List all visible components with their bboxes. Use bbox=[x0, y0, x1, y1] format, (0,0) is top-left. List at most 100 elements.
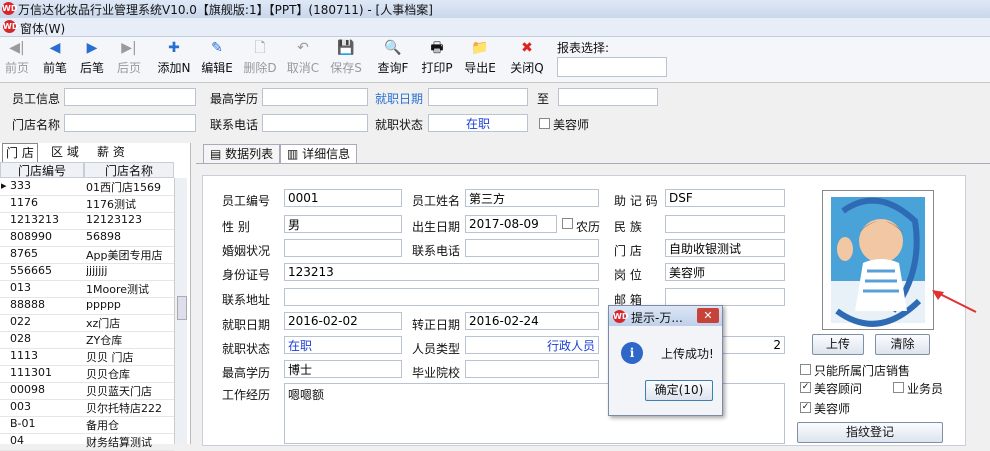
fingerprint-button[interactable]: 指纹登记 bbox=[797, 422, 943, 443]
join-date-field[interactable] bbox=[284, 312, 402, 330]
clear-button[interactable]: 清除 bbox=[875, 334, 930, 355]
school-field[interactable] bbox=[465, 360, 599, 378]
table-row[interactable]: ▸ 333 01西门店1569 bbox=[0, 178, 174, 196]
beautician-filter-checkbox[interactable] bbox=[539, 118, 550, 129]
dialog-close-icon[interactable]: ✕ bbox=[697, 308, 719, 323]
cell-store-name: 备用仓 bbox=[86, 419, 119, 432]
first-page-button[interactable]: ◀| 前页 bbox=[2, 37, 32, 81]
app-logo-icon: WD bbox=[2, 2, 18, 15]
table-row[interactable]: 808990 56898 bbox=[0, 229, 174, 247]
consultant-checkbox[interactable]: ✓ bbox=[800, 382, 811, 393]
edu-field[interactable] bbox=[284, 360, 402, 378]
phone-input[interactable] bbox=[262, 114, 368, 132]
detail-status-field[interactable] bbox=[284, 336, 402, 354]
cell-store-name: 贝贝仓库 bbox=[86, 368, 130, 381]
table-row[interactable]: 8765 App美团专用店 bbox=[0, 246, 174, 264]
lunar-checkbox[interactable] bbox=[562, 218, 573, 229]
row-indicator-icon: ▸ bbox=[1, 179, 7, 192]
extra-number-field[interactable] bbox=[720, 336, 785, 354]
detail-phone-field[interactable] bbox=[465, 239, 599, 257]
gender-field[interactable] bbox=[284, 215, 402, 233]
menu-logo-icon: WD bbox=[3, 20, 19, 33]
tab-region[interactable]: 区 域 bbox=[48, 143, 82, 161]
store-name-input[interactable] bbox=[64, 114, 196, 132]
cell-store-name: 1Moore测试 bbox=[86, 283, 149, 296]
table-row[interactable]: 013 1Moore测试 bbox=[0, 280, 174, 298]
dialog-ok-button[interactable]: 确定(10) bbox=[645, 380, 713, 401]
cell-store-name: 贝尔托特店222 bbox=[86, 402, 162, 415]
table-row[interactable]: 00098 贝贝蓝天门店 bbox=[0, 382, 174, 400]
only-store-checkbox[interactable] bbox=[800, 364, 811, 375]
mnemonic-field[interactable] bbox=[665, 189, 785, 207]
print-button[interactable]: 🖶 打印P bbox=[419, 37, 455, 81]
mnemonic-label: 助 记 码 bbox=[614, 194, 658, 208]
dialog-logo-icon: WD bbox=[613, 310, 629, 323]
delete-icon: 🗋 bbox=[254, 40, 266, 56]
join-date-from-input[interactable] bbox=[428, 88, 528, 106]
upload-button[interactable]: 上传 bbox=[812, 334, 864, 355]
id-number-field[interactable] bbox=[284, 263, 599, 281]
table-row[interactable]: 028 ZY仓库 bbox=[0, 331, 174, 349]
tab-store[interactable]: 门 店 bbox=[2, 143, 38, 162]
last-page-button[interactable]: ▶| 后页 bbox=[114, 37, 144, 81]
education-input[interactable] bbox=[262, 88, 368, 106]
toolbar: ◀| 前页 ◀ 前笔 ▶ 后笔 ▶| 后页 ✚ 添加N ✎ 编辑E 🗋 删除D ↶ 取消C 💾 保… bbox=[0, 37, 990, 83]
cell-store-name: App美团专用店 bbox=[86, 249, 163, 262]
store-field[interactable] bbox=[665, 239, 785, 257]
cell-store-name: ppppp bbox=[86, 298, 121, 311]
edit-button[interactable]: ✎ 编辑E bbox=[199, 37, 235, 81]
report-select-input[interactable] bbox=[557, 57, 667, 77]
join-date-to-input[interactable] bbox=[558, 88, 658, 106]
cancel-button[interactable]: ↶ 取消C bbox=[285, 37, 321, 81]
scroll-thumb[interactable] bbox=[177, 296, 187, 320]
cell-store-name: 贝贝 门店 bbox=[86, 351, 134, 364]
table-row[interactable]: 111301 贝贝仓库 bbox=[0, 365, 174, 383]
table-row[interactable]: 003 贝尔托特店222 bbox=[0, 399, 174, 417]
id-label: 身份证号 bbox=[222, 268, 271, 282]
mail-field[interactable] bbox=[665, 288, 785, 306]
column-header-store-name[interactable]: 门店名称 bbox=[84, 162, 174, 178]
cell-store-name: xz门店 bbox=[86, 317, 121, 330]
grid-scrollbar[interactable] bbox=[174, 178, 187, 444]
query-button[interactable]: 🔍 查询F bbox=[375, 37, 411, 81]
birth-date-field[interactable] bbox=[465, 215, 557, 233]
next-record-button[interactable]: ▶ 后笔 bbox=[77, 37, 107, 81]
export-button[interactable]: 📁 导出E bbox=[462, 37, 498, 81]
table-row[interactable]: 022 xz门店 bbox=[0, 314, 174, 332]
regular-date-field[interactable] bbox=[465, 312, 599, 330]
prev-record-button[interactable]: ◀ 前笔 bbox=[40, 37, 70, 81]
menu-window[interactable]: 窗体(W) bbox=[20, 20, 65, 37]
pointer-arrow-icon bbox=[932, 290, 977, 313]
status-select[interactable] bbox=[428, 114, 528, 132]
ethnic-label: 民 族 bbox=[614, 220, 642, 234]
table-row[interactable]: 1213213 12123123 bbox=[0, 212, 174, 230]
close-button[interactable]: ✖ 关闭Q bbox=[509, 37, 545, 81]
table-row[interactable]: B-01 备用仓 bbox=[0, 416, 174, 434]
table-row[interactable]: 1176 1176测试 bbox=[0, 195, 174, 213]
table-row[interactable]: 556665 jjjjjjj bbox=[0, 263, 174, 281]
table-row[interactable]: 04 财务结算测试 bbox=[0, 433, 174, 451]
add-button[interactable]: ✚ 添加N bbox=[156, 37, 192, 81]
tab-detail-info[interactable]: ▥ 详细信息 bbox=[280, 144, 358, 164]
marital-field[interactable] bbox=[284, 239, 402, 257]
employee-info-input[interactable] bbox=[64, 88, 196, 106]
sales-checkbox[interactable] bbox=[893, 382, 904, 393]
post-field[interactable] bbox=[665, 263, 785, 281]
save-button[interactable]: 💾 保存S bbox=[328, 37, 364, 81]
tab-salary[interactable]: 薪 资 bbox=[94, 143, 128, 161]
tab-data-list[interactable]: ▤ 数据列表 bbox=[203, 144, 281, 164]
cell-store-no: 88888 bbox=[10, 298, 45, 311]
emp-no-field[interactable] bbox=[284, 189, 402, 207]
beautician-checkbox[interactable]: ✓ bbox=[800, 402, 811, 413]
table-row[interactable]: 1113 贝贝 门店 bbox=[0, 348, 174, 366]
delete-button[interactable]: 🗋 删除D bbox=[242, 37, 278, 81]
filter-to-label: 至 bbox=[537, 92, 550, 106]
cell-store-no: 111301 bbox=[10, 366, 52, 379]
table-row[interactable]: 88888 ppppp bbox=[0, 297, 174, 315]
emp-name-field[interactable] bbox=[465, 189, 599, 207]
address-field[interactable] bbox=[284, 288, 599, 306]
join-label: 就职日期 bbox=[222, 318, 271, 332]
column-header-store-no[interactable]: 门店编号 bbox=[0, 162, 84, 178]
staff-type-field[interactable] bbox=[465, 336, 599, 354]
ethnic-field[interactable] bbox=[665, 215, 785, 233]
